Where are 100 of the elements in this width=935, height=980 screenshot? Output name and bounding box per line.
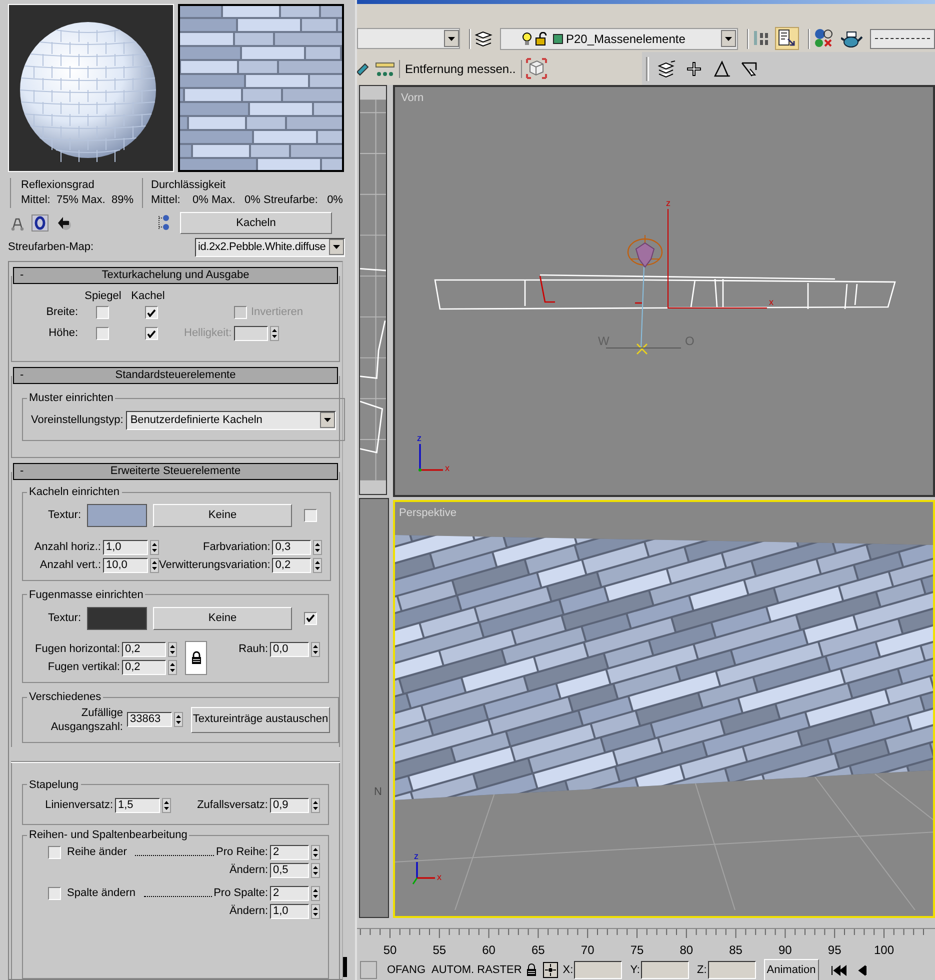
grid-toggle[interactable]: AUTOM. RASTER	[432, 962, 522, 978]
rollout-title: Texturkachelung und Ausgabe	[100, 268, 250, 284]
spinner-field[interactable]: 33863	[127, 712, 172, 727]
checkbox[interactable]	[304, 509, 317, 522]
ruler-dots-icon[interactable]	[375, 60, 395, 76]
teapot-icon[interactable]	[841, 28, 863, 48]
lock-icon[interactable]	[526, 963, 537, 977]
lock-button[interactable]	[185, 641, 207, 675]
spinner-arrows-icon[interactable]	[311, 886, 320, 900]
select-arrow-icon[interactable]	[740, 60, 759, 78]
checkbox[interactable]	[48, 846, 61, 858]
measure-button[interactable]: Entfernung messen..	[404, 60, 517, 78]
spinner-field[interactable]: 0,2	[122, 660, 166, 675]
spinner-arrows-icon[interactable]	[150, 540, 159, 554]
caret-icon[interactable]	[721, 30, 736, 47]
spinner-field[interactable]: 0,3	[272, 540, 312, 554]
frame-label: 80	[680, 942, 694, 959]
spinner-field[interactable]: 0,2	[122, 642, 166, 657]
spinner-arrows-icon[interactable]	[311, 642, 320, 657]
frame-label: 100	[874, 942, 894, 959]
rollout-header[interactable]: - Standardsteuerelemente	[13, 367, 338, 384]
spinner-arrows-icon[interactable]	[311, 862, 320, 878]
coordinate-field[interactable]	[708, 961, 756, 979]
color-swatch[interactable]	[87, 504, 147, 527]
snap-icon[interactable]	[542, 962, 558, 978]
spinner-arrows-icon[interactable]	[311, 798, 320, 813]
group-title: Stapelung	[28, 778, 80, 792]
layer-dropdown[interactable]: P20_Massenelemente	[500, 28, 738, 50]
checkbox[interactable]	[304, 612, 317, 624]
skip-to-start-icon[interactable]	[830, 964, 847, 976]
timeline-ruler[interactable]	[357, 928, 935, 940]
spinner-field[interactable]: 0,9	[270, 798, 309, 813]
spinner-field[interactable]: 0,2	[272, 558, 312, 572]
button[interactable]: Keine	[153, 606, 292, 630]
spinner-label: Anzahl vert.:	[40, 558, 101, 573]
spinner-arrows-icon[interactable]	[168, 660, 177, 675]
coordinate-field[interactable]	[640, 961, 689, 979]
spinner-arrows-icon[interactable]	[270, 326, 279, 341]
document-arrow-icon	[777, 29, 797, 48]
name-field[interactable]	[870, 28, 935, 48]
spinner-label: Pro Spalte:	[214, 886, 268, 901]
spinner-arrows-icon[interactable]	[313, 558, 322, 572]
spinner-arrows-icon[interactable]	[313, 540, 322, 554]
rollout-header[interactable]: - Texturkachelung und Ausgabe	[13, 267, 338, 284]
caret-icon[interactable]	[329, 239, 344, 255]
plus-icon[interactable]	[685, 60, 703, 78]
coordinate-field[interactable]	[574, 961, 622, 979]
light-gizmo-drawing	[627, 234, 663, 268]
layers-icon[interactable]	[474, 30, 493, 48]
rollout-header[interactable]: - Erweiterte Steuerelemente	[13, 463, 338, 480]
checkbox[interactable]	[48, 886, 61, 900]
layers-star-icon[interactable]	[657, 60, 676, 78]
material-slot-icon[interactable]	[31, 214, 49, 232]
spinner-arrows-icon[interactable]	[168, 642, 177, 657]
viewport-label: Vorn	[401, 91, 424, 106]
spinner-field[interactable]: 0,0	[270, 642, 309, 657]
color-swatch[interactable]	[87, 606, 147, 630]
spinner-label: Linienversatz:	[45, 798, 113, 814]
layer-manager-button[interactable]	[775, 27, 799, 50]
spinner-field[interactable]: 0,5	[270, 862, 309, 878]
caret-icon[interactable]	[320, 412, 336, 428]
collapse-toggle[interactable]: -	[14, 267, 34, 284]
spinner-field[interactable]: 10,0	[103, 558, 148, 572]
caret-icon[interactable]	[444, 30, 459, 47]
lightbulb-icon	[522, 32, 532, 46]
cube-icon[interactable]	[526, 58, 547, 79]
spinner-label: Helligkeit:	[184, 326, 232, 342]
axis-label: z	[414, 851, 418, 861]
checkbox[interactable]	[96, 327, 108, 340]
preset-dropdown[interactable]: Benutzerdefinierte Kacheln	[126, 410, 336, 430]
checkbox[interactable]	[96, 306, 108, 319]
select-triangle-icon[interactable]	[712, 60, 731, 78]
spinner-arrows-icon[interactable]	[174, 712, 183, 727]
spinner-field[interactable]: 1,0	[103, 540, 148, 554]
spinner-field[interactable]: 1,0	[270, 904, 309, 918]
spinner-field[interactable]: 2	[270, 886, 309, 900]
map-dropdown[interactable]: id.2x2.Pebble.White.diffuse	[195, 238, 345, 256]
button[interactable]: Kacheln	[180, 212, 332, 234]
button[interactable]: Animation	[764, 959, 819, 980]
button[interactable]: Textureinträge austauschen	[191, 706, 330, 732]
spinner-arrows-icon[interactable]	[311, 844, 320, 860]
checkbox[interactable]	[144, 306, 158, 319]
spinner-label: Verwitterungsvariation:	[159, 558, 270, 573]
spinner-arrows-icon[interactable]	[311, 904, 320, 918]
selection-dropdown[interactable]	[357, 28, 460, 49]
render-setup-icon[interactable]	[813, 28, 834, 49]
checkbox[interactable]	[144, 327, 158, 340]
collapse-toggle[interactable]: -	[14, 463, 34, 480]
spinner-arrows-icon[interactable]	[162, 798, 171, 813]
button[interactable]: Keine	[153, 504, 292, 527]
map-tree-icon[interactable]	[157, 214, 170, 232]
coordinate-label: X:	[562, 962, 574, 978]
spinner-field[interactable]: 2	[270, 844, 309, 860]
spinner-arrows-icon[interactable]	[150, 558, 159, 572]
snap-toggle[interactable]: OFANG	[387, 962, 426, 978]
scrollbar-thumb[interactable]	[343, 957, 347, 977]
pencil-icon[interactable]	[357, 61, 369, 76]
collapse-toggle[interactable]: -	[14, 367, 34, 384]
spinner-field[interactable]: 1,5	[115, 798, 160, 813]
spinner-field[interactable]	[234, 326, 268, 341]
